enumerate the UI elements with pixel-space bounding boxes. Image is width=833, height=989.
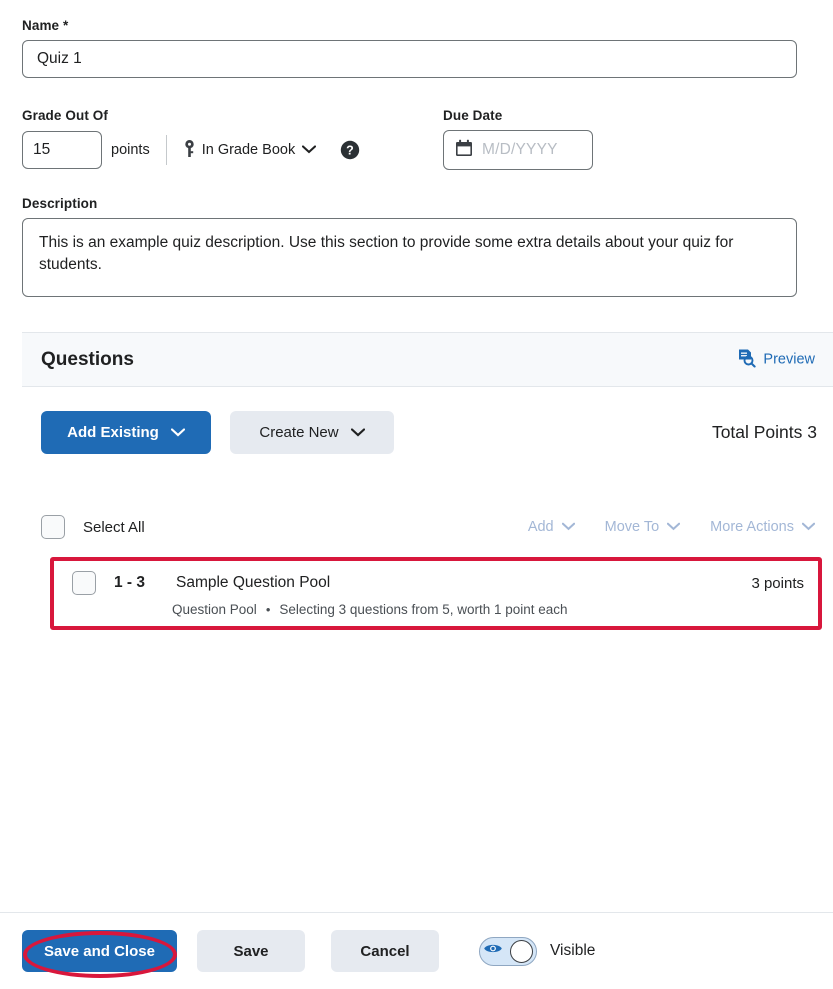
questions-title: Questions — [41, 348, 134, 370]
preview-button[interactable]: Preview — [735, 346, 817, 373]
select-all-checkbox[interactable] — [41, 515, 65, 539]
due-date-label: Due Date — [443, 108, 503, 123]
calendar-icon — [455, 139, 473, 162]
visible-label: Visible — [550, 942, 596, 959]
questions-section-header: Questions Preview — [22, 332, 833, 387]
name-field-group: Name * — [22, 18, 811, 78]
description-editor[interactable]: This is an example quiz description. Use… — [22, 218, 797, 297]
create-new-label: Create New — [259, 424, 339, 441]
add-existing-button[interactable]: Add Existing — [41, 411, 211, 454]
save-button[interactable]: Save — [197, 930, 305, 972]
visibility-toggle-group: Visible — [479, 936, 596, 966]
svg-text:?: ? — [346, 144, 354, 158]
chevron-down-icon — [170, 424, 185, 441]
bulk-action-row: Select All Add Move To More Actions — [41, 512, 817, 542]
due-date-group: Due Date M/D/YYYY — [443, 108, 593, 170]
document-search-icon — [737, 348, 757, 371]
add-dropdown-button[interactable]: Add — [526, 517, 577, 537]
visible-toggle[interactable] — [479, 936, 537, 966]
help-circle-icon[interactable]: ? — [340, 140, 360, 160]
chevron-down-icon — [302, 142, 317, 158]
question-pool-highlight-annotation — [50, 557, 822, 630]
vertical-divider — [165, 135, 167, 165]
cancel-button[interactable]: Cancel — [331, 930, 439, 972]
questions-action-row: Add Existing Create New Total Points 3 — [41, 411, 817, 454]
select-all-label: Select All — [83, 518, 145, 536]
due-date-input[interactable]: M/D/YYYY — [443, 130, 593, 170]
points-unit-label: points — [111, 142, 150, 158]
chevron-down-icon — [561, 519, 575, 535]
more-actions-dropdown-button[interactable]: More Actions — [708, 517, 817, 537]
required-marker: * — [63, 18, 69, 33]
name-input[interactable] — [22, 40, 797, 78]
chevron-down-icon — [350, 424, 365, 441]
footer-bar: Save and Close Save Cancel Visible — [0, 913, 833, 989]
move-to-dropdown-label: Move To — [604, 519, 660, 535]
preview-label: Preview — [763, 351, 815, 368]
due-date-placeholder: M/D/YYYY — [482, 141, 558, 158]
add-existing-label: Add Existing — [67, 424, 159, 441]
create-new-button[interactable]: Create New — [230, 411, 394, 454]
grade-out-of-label: Grade Out Of — [22, 108, 108, 123]
name-label-text: Name — [22, 18, 60, 33]
description-label: Description — [22, 196, 98, 211]
key-icon — [184, 139, 195, 161]
grade-out-of-input[interactable] — [22, 131, 102, 169]
toggle-knob — [510, 939, 533, 963]
in-grade-book-dropdown[interactable]: In Grade Book — [181, 138, 320, 163]
bulk-actions-group: Add Move To More Actions — [526, 517, 817, 537]
more-actions-dropdown-label: More Actions — [710, 519, 794, 535]
total-points-label: Total Points 3 — [711, 422, 817, 442]
name-label: Name * — [22, 18, 811, 33]
grade-out-of-group: Grade Out Of points In Grade Book ? — [22, 108, 360, 170]
chevron-down-icon — [801, 519, 816, 535]
move-to-dropdown-button[interactable]: Move To — [603, 517, 683, 537]
description-group: Description This is an example quiz desc… — [22, 196, 811, 297]
grade-out-of-row: points In Grade Book ? — [22, 130, 360, 170]
add-dropdown-label: Add — [527, 519, 554, 535]
eye-icon — [483, 942, 503, 960]
in-grade-book-label: In Grade Book — [201, 142, 296, 158]
save-and-close-button[interactable]: Save and Close — [22, 930, 177, 972]
chevron-down-icon — [667, 519, 681, 535]
